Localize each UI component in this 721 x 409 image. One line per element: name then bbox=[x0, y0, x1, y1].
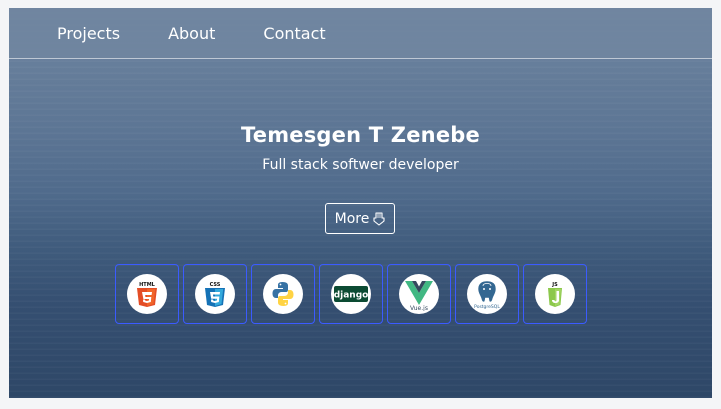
css3-icon: CSS bbox=[195, 274, 235, 314]
skill-card-javascript[interactable]: JS bbox=[523, 264, 587, 324]
skill-card-css3[interactable]: CSS bbox=[183, 264, 247, 324]
skill-card-postgresql[interactable]: PostgreSQL bbox=[455, 264, 519, 324]
javascript-icon: JS bbox=[535, 274, 575, 314]
skill-card-django[interactable]: django bbox=[319, 264, 383, 324]
nav-about[interactable]: About bbox=[168, 24, 215, 43]
skill-card-python[interactable] bbox=[251, 264, 315, 324]
top-nav: Projects About Contact bbox=[9, 8, 712, 59]
svg-text:PostgreSQL: PostgreSQL bbox=[474, 304, 500, 310]
more-button-label: More bbox=[334, 210, 370, 227]
django-icon: django bbox=[331, 274, 371, 314]
vue-icon: Vue.js bbox=[399, 274, 439, 314]
skills-list: HTML CSS django Vue.js PostgreSQL JS bbox=[115, 264, 587, 324]
hero-subtitle: Full stack softwer developer bbox=[262, 157, 459, 173]
python-icon bbox=[263, 274, 303, 314]
skill-card-vue[interactable]: Vue.js bbox=[387, 264, 451, 324]
svg-text:django: django bbox=[334, 291, 368, 301]
hero: Temesgen T Zenebe Full stack softwer dev… bbox=[9, 123, 712, 173]
svg-text:Vue.js: Vue.js bbox=[410, 305, 428, 311]
more-button[interactable]: More bbox=[325, 203, 395, 234]
skill-card-html5[interactable]: HTML bbox=[115, 264, 179, 324]
hero-frame: Projects About Contact Temesgen T Zenebe… bbox=[9, 8, 712, 398]
svg-text:HTML: HTML bbox=[139, 282, 156, 288]
svg-text:JS: JS bbox=[551, 282, 558, 288]
postgresql-icon: PostgreSQL bbox=[467, 274, 507, 314]
svg-text:CSS: CSS bbox=[210, 282, 221, 288]
html5-icon: HTML bbox=[127, 274, 167, 314]
nav-contact[interactable]: Contact bbox=[263, 24, 325, 43]
hero-title: Temesgen T Zenebe bbox=[241, 123, 480, 147]
nav-projects[interactable]: Projects bbox=[57, 24, 120, 43]
hand-pointing-down-icon bbox=[373, 211, 385, 226]
